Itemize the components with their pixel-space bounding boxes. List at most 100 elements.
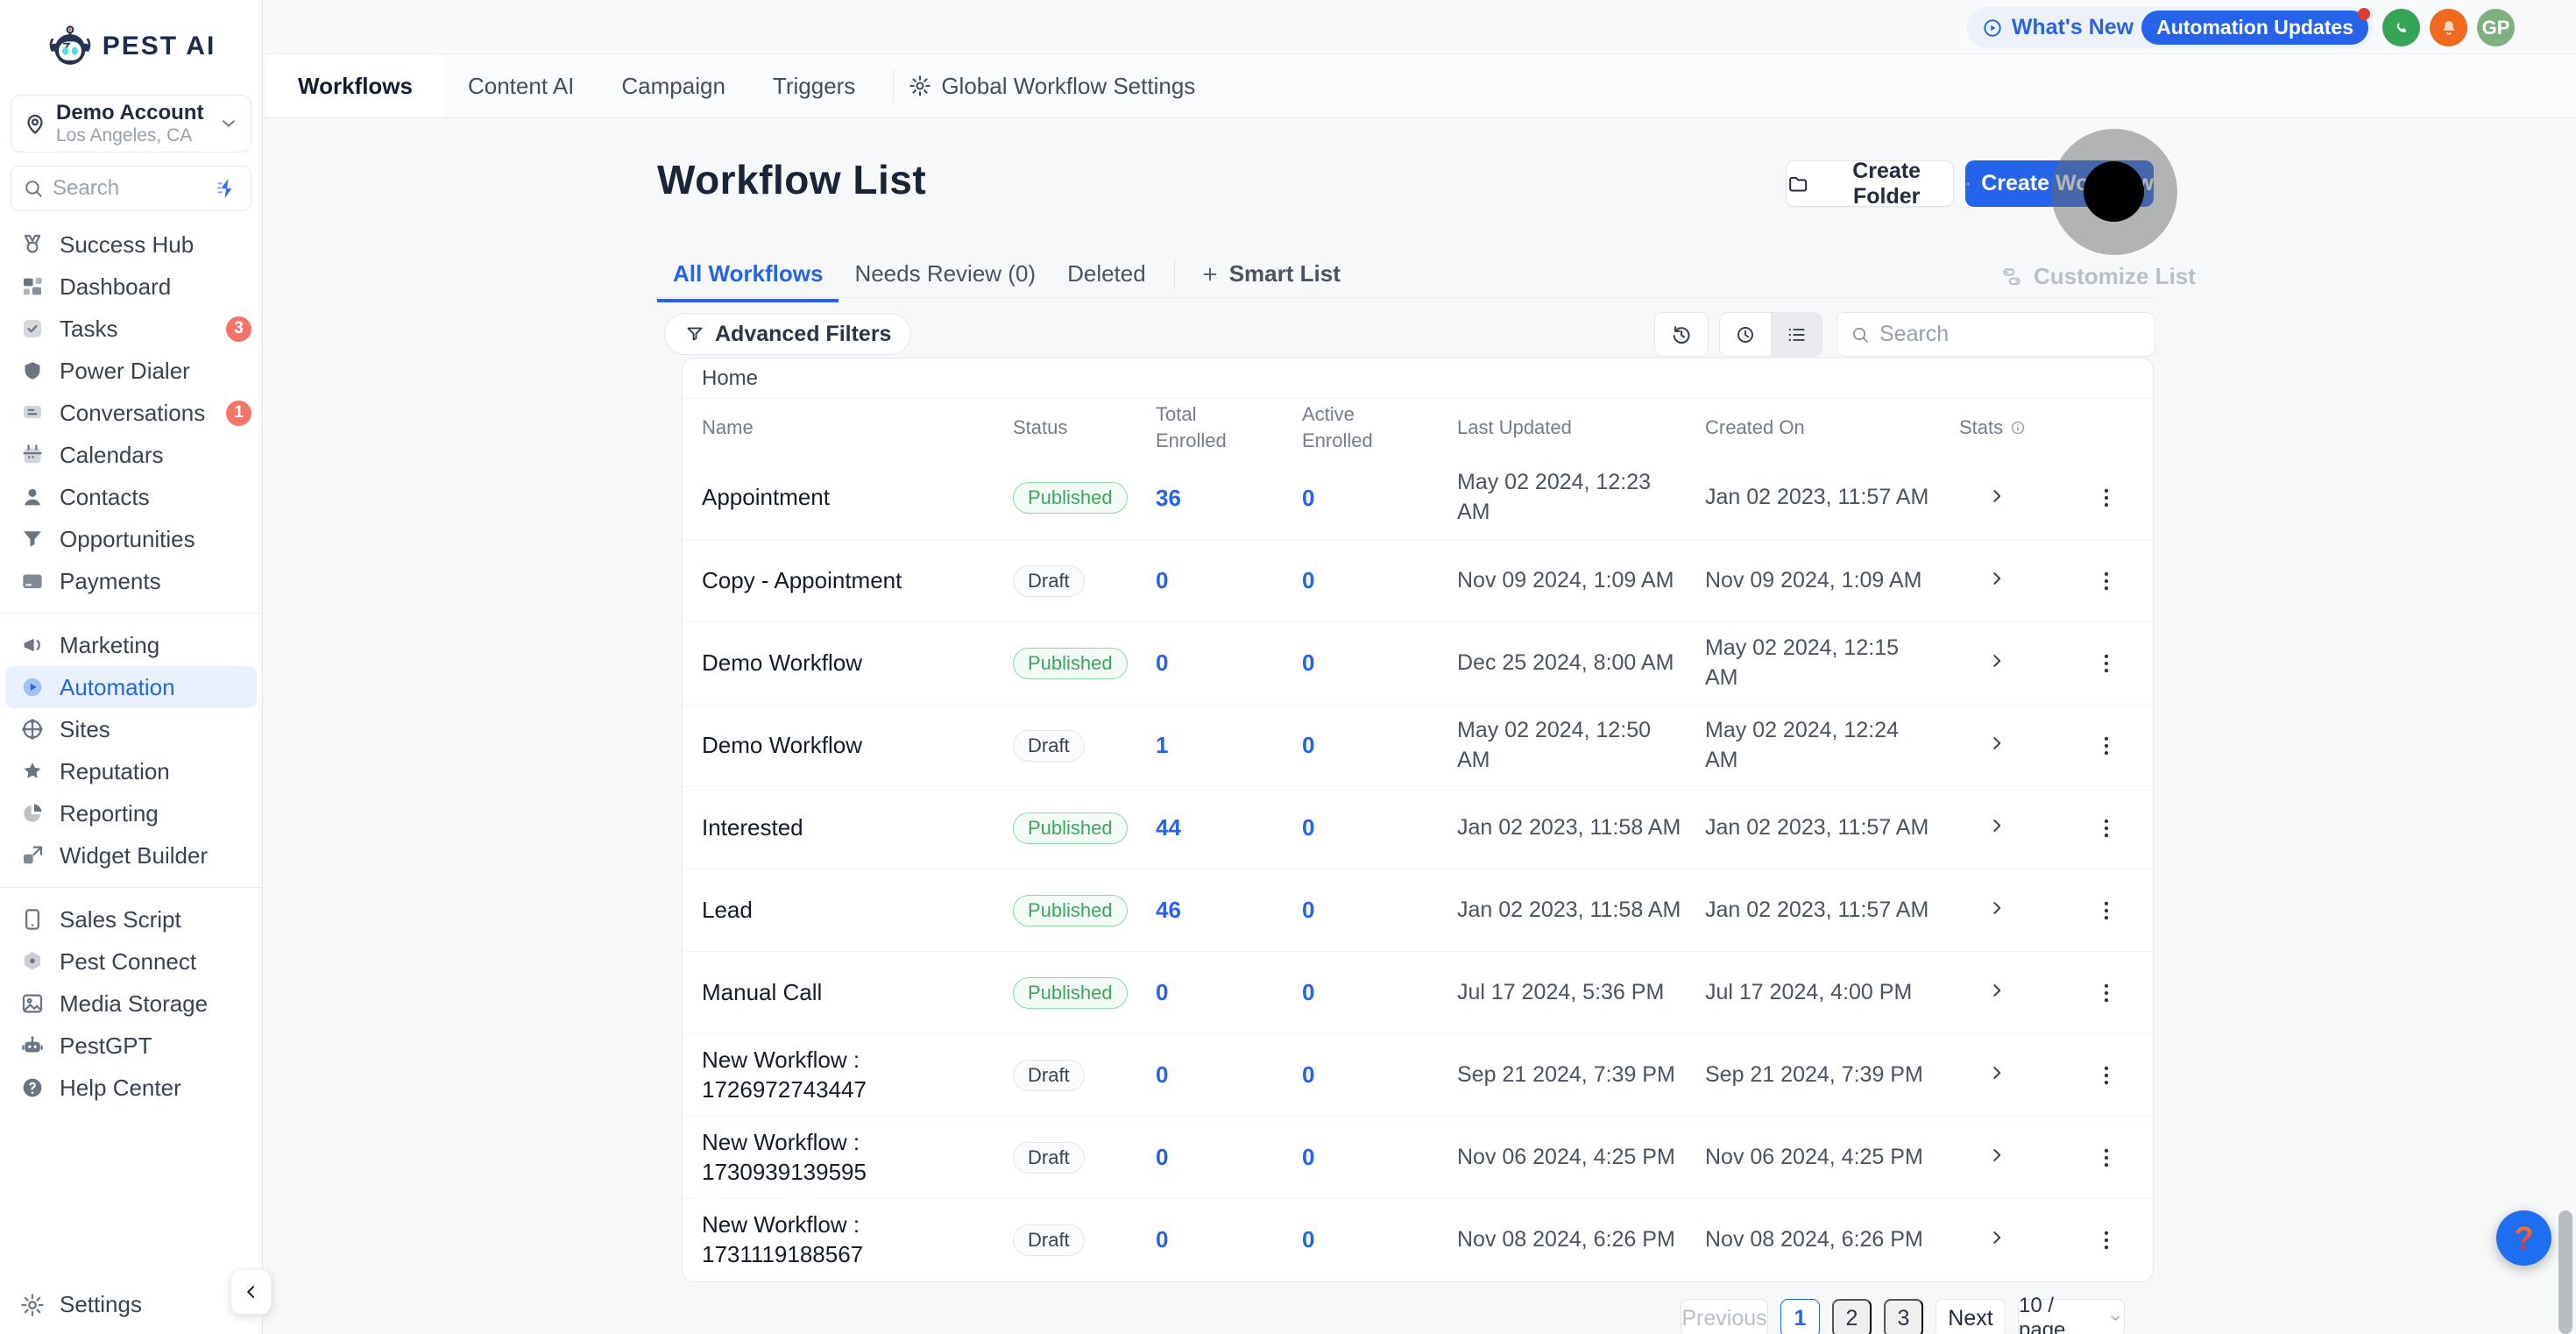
sidebar-item-power-dialer[interactable]: Power Dialer: [0, 350, 262, 392]
topnav-tab-campaign[interactable]: Campaign: [598, 54, 749, 117]
total-enrolled-link[interactable]: 0: [1156, 979, 1302, 1006]
vertical-scrollbar-thumb[interactable]: [2558, 1210, 2572, 1334]
page-button-2[interactable]: 2: [1832, 1299, 1872, 1334]
topnav-tab-workflows[interactable]: Workflows: [266, 54, 444, 117]
sidebar-item-conversations[interactable]: Conversations1: [0, 392, 262, 434]
account-selector[interactable]: Demo Account Los Angeles, CA: [11, 95, 251, 153]
sidebar-item-media-storage[interactable]: Media Storage: [0, 983, 262, 1025]
total-enrolled-link[interactable]: 44: [1156, 814, 1302, 841]
row-menu-button[interactable]: [2093, 1227, 2120, 1253]
total-enrolled-link[interactable]: 36: [1156, 485, 1302, 512]
automation-updates-badge[interactable]: Automation Updates: [2141, 11, 2368, 45]
active-enrolled-link[interactable]: 0: [1302, 897, 1457, 924]
smart-list-button[interactable]: Smart List: [1187, 260, 1353, 287]
workflow-search-input[interactable]: [1879, 322, 2142, 347]
sidebar-item-payments[interactable]: Payments: [0, 560, 262, 602]
workflow-name[interactable]: New Workflow : 1730939139595: [702, 1128, 1013, 1188]
workflow-name[interactable]: Demo Workflow: [702, 649, 1013, 678]
global-workflow-settings-link[interactable]: Global Workflow Settings: [908, 54, 1195, 117]
active-enrolled-link[interactable]: 0: [1302, 814, 1457, 841]
tab-deleted[interactable]: Deleted: [1051, 260, 1162, 299]
row-stats-chevron[interactable]: [1985, 814, 2008, 837]
row-stats-chevron[interactable]: [1985, 1061, 2008, 1084]
row-stats-chevron[interactable]: [1985, 897, 2008, 919]
sidebar-item-marketing[interactable]: Marketing: [0, 624, 262, 666]
customize-list-button[interactable]: Customize List: [1999, 263, 2196, 290]
notifications-button[interactable]: [2430, 9, 2467, 46]
topnav-tab-content-ai[interactable]: Content AI: [444, 54, 598, 117]
active-enrolled-link[interactable]: 0: [1302, 485, 1457, 512]
row-menu-button[interactable]: [2093, 733, 2120, 759]
advanced-filters-button[interactable]: Advanced Filters: [664, 313, 911, 355]
sidebar-item-pest-connect[interactable]: Pest Connect: [0, 940, 262, 983]
workflow-name[interactable]: Appointment: [702, 483, 1013, 513]
breadcrumb[interactable]: Home: [683, 358, 2153, 399]
enrollment-history-button[interactable]: [1654, 312, 1709, 357]
workflow-name[interactable]: New Workflow : 1726972743447: [702, 1046, 1013, 1105]
active-enrolled-link[interactable]: 0: [1302, 979, 1457, 1006]
sidebar-item-contacts[interactable]: Contacts: [0, 476, 262, 518]
total-enrolled-link[interactable]: 0: [1156, 649, 1302, 677]
sidebar-item-tasks[interactable]: Tasks3: [0, 308, 262, 350]
previous-page-button[interactable]: Previous: [1681, 1299, 1768, 1334]
sidebar-item-settings[interactable]: Settings: [19, 1291, 142, 1318]
next-page-button[interactable]: Next: [1936, 1299, 2006, 1334]
sidebar-item-reputation[interactable]: Reputation: [0, 750, 262, 792]
sidebar-item-pestgpt[interactable]: PestGPT: [0, 1025, 262, 1067]
phone-button[interactable]: [2382, 9, 2420, 46]
row-menu-button[interactable]: [2093, 650, 2120, 677]
avatar[interactable]: GP: [2477, 9, 2515, 46]
row-stats-chevron[interactable]: [1985, 1226, 2008, 1249]
row-stats-chevron[interactable]: [1985, 1144, 2008, 1167]
topnav-tab-triggers[interactable]: Triggers: [749, 54, 879, 117]
sidebar-item-sales-script[interactable]: Sales Script: [0, 898, 262, 940]
row-menu-button[interactable]: [2093, 898, 2120, 924]
row-stats-chevron[interactable]: [1985, 732, 2008, 755]
total-enrolled-link[interactable]: 0: [1156, 1061, 1302, 1089]
sidebar-item-reporting[interactable]: Reporting: [0, 792, 262, 834]
timeline-view-button[interactable]: [1720, 313, 1771, 356]
total-enrolled-link[interactable]: 0: [1156, 1226, 1302, 1253]
sidebar-item-sites[interactable]: Sites: [0, 708, 262, 750]
total-enrolled-link[interactable]: 0: [1156, 1144, 1302, 1171]
whats-new-button[interactable]: What's New Automation Updates: [1967, 7, 2373, 48]
sidebar-search-input[interactable]: [53, 176, 206, 201]
row-stats-chevron[interactable]: [1985, 567, 2008, 590]
total-enrolled-link[interactable]: 0: [1156, 567, 1302, 594]
active-enrolled-link[interactable]: 0: [1302, 1226, 1457, 1253]
active-enrolled-link[interactable]: 0: [1302, 567, 1457, 594]
sidebar-item-dashboard[interactable]: Dashboard: [0, 266, 262, 308]
workflow-name[interactable]: Lead: [702, 896, 1013, 926]
sidebar-item-success-hub[interactable]: Success Hub: [0, 224, 262, 266]
workflow-name[interactable]: Copy - Appointment: [702, 566, 1013, 596]
sidebar-item-help-center[interactable]: Help Center: [0, 1067, 262, 1109]
sidebar-item-calendars[interactable]: Calendars: [0, 434, 262, 476]
create-folder-button[interactable]: Create Folder: [1786, 160, 1954, 207]
create-workflow-button[interactable]: Create Workflow: [1965, 160, 2154, 207]
active-enrolled-link[interactable]: 0: [1302, 1061, 1457, 1089]
active-enrolled-link[interactable]: 0: [1302, 649, 1457, 677]
help-fab-button[interactable]: ?: [2496, 1210, 2551, 1266]
row-menu-button[interactable]: [2093, 485, 2120, 511]
page-button-1[interactable]: 1: [1780, 1299, 1820, 1334]
page-size-select[interactable]: 10 / page: [2018, 1299, 2125, 1334]
total-enrolled-link[interactable]: 1: [1156, 732, 1302, 759]
active-enrolled-link[interactable]: 0: [1302, 1144, 1457, 1171]
list-view-button[interactable]: [1771, 313, 1822, 356]
row-menu-button[interactable]: [2093, 568, 2120, 594]
workflow-name[interactable]: Manual Call: [702, 978, 1013, 1008]
workflow-name[interactable]: Interested: [702, 813, 1013, 843]
workflow-name[interactable]: New Workflow : 1731119188567: [702, 1210, 1013, 1270]
total-enrolled-link[interactable]: 46: [1156, 897, 1302, 924]
row-menu-button[interactable]: [2093, 815, 2120, 841]
sidebar-collapse-button[interactable]: [230, 1269, 272, 1315]
row-stats-chevron[interactable]: [1985, 649, 2008, 672]
quick-actions-zap-icon[interactable]: [214, 175, 240, 202]
page-button-3[interactable]: 3: [1884, 1299, 1923, 1334]
tab-needs-review-0[interactable]: Needs Review (0): [839, 260, 1051, 299]
sidebar-item-opportunities[interactable]: Opportunities: [0, 518, 262, 560]
row-stats-chevron[interactable]: [1985, 979, 2008, 1002]
row-menu-button[interactable]: [2093, 1145, 2120, 1171]
row-menu-button[interactable]: [2093, 1062, 2120, 1089]
sidebar-item-widget-builder[interactable]: Widget Builder: [0, 834, 262, 876]
